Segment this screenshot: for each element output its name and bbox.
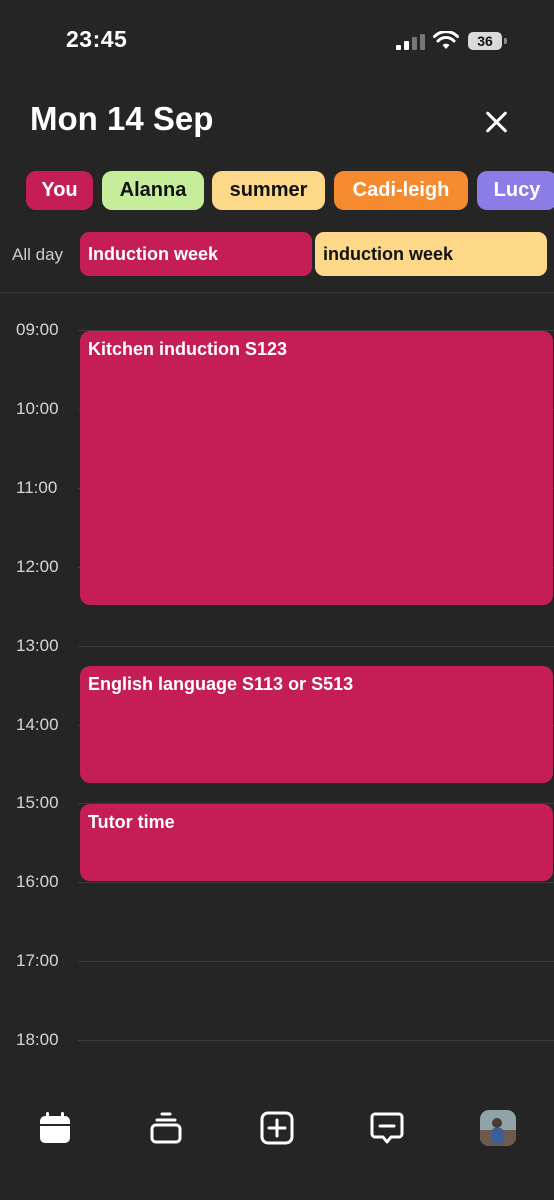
battery-icon: 36 (468, 32, 502, 50)
stack-icon[interactable] (148, 1110, 184, 1146)
hour-label: 12:00 (16, 556, 59, 576)
person-chip-you[interactable]: You (26, 171, 93, 210)
status-bar: 23:45 36 (0, 0, 554, 80)
calendar-event[interactable]: Tutor time (80, 804, 553, 882)
hour-label: 09:00 (16, 320, 59, 339)
person-chip-cadi-leigh[interactable]: Cadi-leigh (334, 171, 468, 210)
calendar-event[interactable]: English language S113 or S513 (80, 666, 553, 783)
hour-gridline (78, 1040, 554, 1042)
all-day-label: All day (12, 245, 64, 264)
hour-label: 13:00 (16, 635, 59, 655)
person-chip-summer[interactable]: summer (212, 171, 325, 210)
hour-label: 18:00 (16, 1030, 59, 1050)
close-icon[interactable] (484, 110, 508, 134)
hour-gridline (78, 882, 554, 884)
wifi-icon (433, 31, 459, 49)
hour-label: 10:00 (16, 398, 59, 418)
cellular-signal-icon (396, 34, 426, 50)
profile-avatar[interactable] (480, 1110, 516, 1146)
person-chip-alanna[interactable]: Alanna (102, 171, 204, 210)
message-icon[interactable] (369, 1110, 405, 1146)
hour-label: 15:00 (16, 793, 59, 813)
hour-gridline (78, 961, 554, 963)
hour-label: 11:00 (16, 477, 58, 497)
page-title: Mon 14 Sep (30, 100, 214, 137)
all-day-event[interactable]: induction week (315, 232, 547, 276)
hour-label: 16:00 (16, 872, 59, 892)
calendar-icon[interactable] (37, 1110, 73, 1146)
divider (0, 292, 554, 293)
all-day-event[interactable]: Induction week (80, 232, 312, 276)
hour-label: 14:00 (16, 714, 59, 734)
battery-tip (504, 38, 507, 44)
add-event-icon[interactable] (259, 1110, 295, 1146)
people-chips: You Alanna summer Cadi-leigh Lucy (26, 171, 554, 211)
calendar-event[interactable]: Kitchen induction S123 (80, 331, 553, 606)
hour-label: 17:00 (16, 951, 59, 971)
person-chip-lucy[interactable]: Lucy (477, 171, 554, 210)
hour-gridline (78, 645, 554, 647)
status-time: 23:45 (66, 26, 128, 52)
